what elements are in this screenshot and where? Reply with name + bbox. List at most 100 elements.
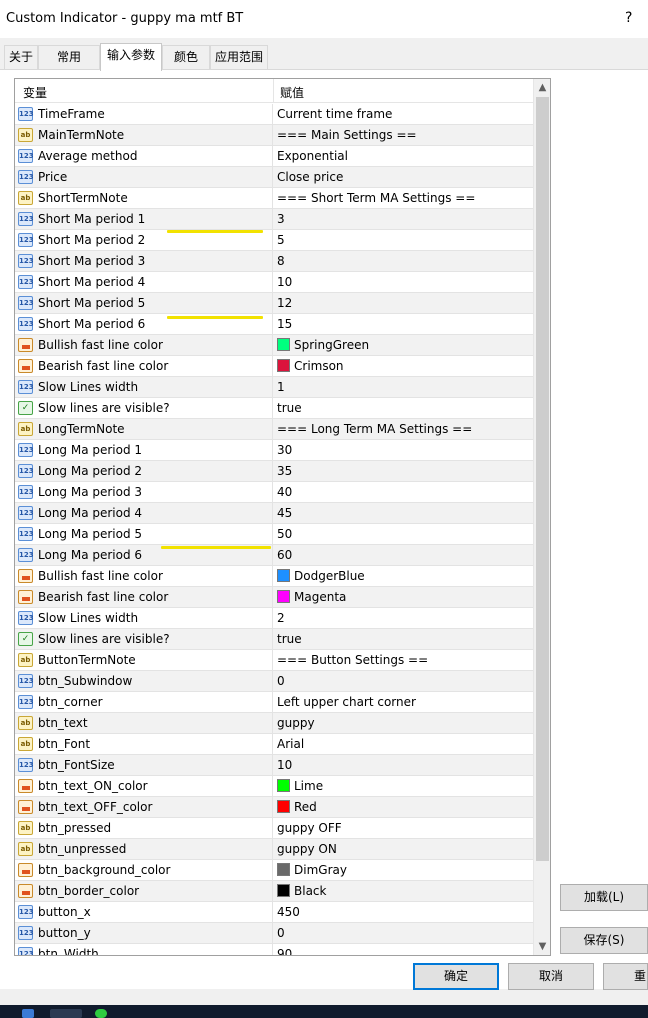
- parameter-row[interactable]: btn_text_OFF_color Red: [15, 797, 533, 818]
- parameter-row[interactable]: Bearish fast line color Crimson: [15, 356, 533, 377]
- parameter-value[interactable]: Left upper chart corner: [277, 695, 416, 709]
- parameter-value[interactable]: DimGray: [294, 863, 347, 877]
- color-swatch[interactable]: [277, 863, 290, 876]
- scroll-thumb[interactable]: [536, 97, 549, 861]
- parameter-name-cell[interactable]: btn_border_color: [15, 881, 273, 901]
- parameter-name-cell[interactable]: 123 button_y: [15, 923, 273, 943]
- parameter-row[interactable]: 123 Slow Lines width 2: [15, 608, 533, 629]
- parameter-row[interactable]: ✓ Slow lines are visible? true: [15, 629, 533, 650]
- parameter-row[interactable]: 123 TimeFrame Current time frame: [15, 104, 533, 125]
- parameter-value[interactable]: Exponential: [277, 149, 348, 163]
- parameter-name-cell[interactable]: 123 Long Ma period 2: [15, 461, 273, 481]
- parameter-value[interactable]: 0: [277, 674, 285, 688]
- column-header-variable[interactable]: 变量: [23, 84, 47, 101]
- parameter-value[interactable]: SpringGreen: [294, 338, 369, 352]
- parameter-row[interactable]: 123 Average method Exponential: [15, 146, 533, 167]
- parameter-row[interactable]: 123 btn_Subwindow 0: [15, 671, 533, 692]
- parameter-value[interactable]: 15: [277, 317, 292, 331]
- taskbar-active-app-icon[interactable]: [50, 1009, 82, 1018]
- parameter-value[interactable]: Arial: [277, 737, 304, 751]
- parameter-row[interactable]: 123 Short Ma period 2 5: [15, 230, 533, 251]
- parameter-name-cell[interactable]: 123 Short Ma period 5: [15, 293, 273, 313]
- parameter-row[interactable]: btn_border_color Black: [15, 881, 533, 902]
- tab-colors[interactable]: 颜色: [162, 45, 210, 70]
- vertical-scrollbar[interactable]: ▲ ▼: [533, 79, 550, 955]
- parameter-name-cell[interactable]: 123 TimeFrame: [15, 104, 273, 124]
- color-swatch[interactable]: [277, 884, 290, 897]
- parameter-value[interactable]: 40: [277, 485, 292, 499]
- parameter-row[interactable]: 123 Short Ma period 6 15: [15, 314, 533, 335]
- parameter-row[interactable]: Bullish fast line color DodgerBlue: [15, 566, 533, 587]
- color-swatch[interactable]: [277, 779, 290, 792]
- parameter-value[interactable]: 12: [277, 296, 292, 310]
- parameter-name-cell[interactable]: 123 btn_Subwindow: [15, 671, 273, 691]
- parameter-row[interactable]: 123 Long Ma period 1 30: [15, 440, 533, 461]
- parameter-name-cell[interactable]: 123 Long Ma period 3: [15, 482, 273, 502]
- parameter-name-cell[interactable]: btn_background_color: [15, 860, 273, 880]
- parameter-row[interactable]: ab LongTermNote === Long Term MA Settings …: [15, 419, 533, 440]
- parameter-name-cell[interactable]: 123 Average method: [15, 146, 273, 166]
- parameter-row[interactable]: 123 btn_FontSize 10: [15, 755, 533, 776]
- parameter-name-cell[interactable]: 123 btn_FontSize: [15, 755, 273, 775]
- parameter-row[interactable]: 123 Long Ma period 2 35: [15, 461, 533, 482]
- parameter-name-cell[interactable]: 123 Long Ma period 5: [15, 524, 273, 544]
- parameter-value[interactable]: guppy: [277, 716, 315, 730]
- parameter-name-cell[interactable]: ab ButtonTermNote: [15, 650, 273, 670]
- cancel-button[interactable]: 取消: [508, 963, 594, 990]
- tab-visualization[interactable]: 应用范围: [210, 45, 268, 70]
- parameter-name-cell[interactable]: ab btn_Font: [15, 734, 273, 754]
- parameter-value[interactable]: 1: [277, 380, 285, 394]
- parameter-name-cell[interactable]: ab btn_pressed: [15, 818, 273, 838]
- parameter-row[interactable]: ab MainTermNote === Main Settings ==: [15, 125, 533, 146]
- parameter-name-cell[interactable]: 123 Long Ma period 4: [15, 503, 273, 523]
- parameter-name-cell[interactable]: 123 Short Ma period 2: [15, 230, 273, 250]
- parameter-value[interactable]: 90: [277, 947, 292, 955]
- parameter-value[interactable]: guppy ON: [277, 842, 337, 856]
- parameter-row[interactable]: ab btn_text guppy: [15, 713, 533, 734]
- parameter-value[interactable]: 10: [277, 758, 292, 772]
- parameter-value[interactable]: Black: [294, 884, 326, 898]
- parameter-name-cell[interactable]: ab btn_unpressed: [15, 839, 273, 859]
- parameter-name-cell[interactable]: ab btn_text: [15, 713, 273, 733]
- parameter-row[interactable]: 123 Short Ma period 1 3: [15, 209, 533, 230]
- parameter-name-cell[interactable]: ab LongTermNote: [15, 419, 273, 439]
- parameter-name-cell[interactable]: 123 Price: [15, 167, 273, 187]
- color-swatch[interactable]: [277, 359, 290, 372]
- parameter-name-cell[interactable]: ✓ Slow lines are visible?: [15, 629, 273, 649]
- parameter-value[interactable]: true: [277, 401, 302, 415]
- tab-common[interactable]: 常用: [38, 45, 100, 70]
- parameter-name-cell[interactable]: btn_text_ON_color: [15, 776, 273, 796]
- parameter-value[interactable]: 10: [277, 275, 292, 289]
- reset-button[interactable]: 重设: [603, 963, 648, 990]
- parameter-value[interactable]: 8: [277, 254, 285, 268]
- parameter-row[interactable]: ab btn_unpressed guppy ON: [15, 839, 533, 860]
- color-swatch[interactable]: [277, 338, 290, 351]
- parameter-value[interactable]: === Button Settings ==: [277, 653, 428, 667]
- parameter-row[interactable]: Bullish fast line color SpringGreen: [15, 335, 533, 356]
- parameter-value[interactable]: 50: [277, 527, 292, 541]
- column-header-value[interactable]: 赋值: [280, 84, 304, 101]
- parameter-row[interactable]: 123 Short Ma period 3 8: [15, 251, 533, 272]
- parameter-value[interactable]: Magenta: [294, 590, 346, 604]
- parameter-value[interactable]: 2: [277, 611, 285, 625]
- tab-about[interactable]: 关于: [4, 45, 38, 70]
- parameter-row[interactable]: 123 Slow Lines width 1: [15, 377, 533, 398]
- parameter-row[interactable]: 123 Long Ma period 4 45: [15, 503, 533, 524]
- parameter-name-cell[interactable]: 123 Slow Lines width: [15, 377, 273, 397]
- parameter-value[interactable]: 5: [277, 233, 285, 247]
- taskbar-app-icon[interactable]: [22, 1009, 34, 1018]
- parameter-row[interactable]: ab ShortTermNote === Short Term MA Setting…: [15, 188, 533, 209]
- parameter-value[interactable]: 30: [277, 443, 292, 457]
- parameter-name-cell[interactable]: Bullish fast line color: [15, 335, 273, 355]
- parameter-value[interactable]: Red: [294, 800, 317, 814]
- column-divider[interactable]: [273, 79, 274, 103]
- parameter-value[interactable]: === Long Term MA Settings ==: [277, 422, 472, 436]
- parameter-name-cell[interactable]: 123 btn_corner: [15, 692, 273, 712]
- parameter-name-cell[interactable]: 123 button_x: [15, 902, 273, 922]
- input-parameters-grid[interactable]: 变量 赋值 123 TimeFrame Current time frame ab Ma…: [14, 78, 551, 956]
- parameter-value[interactable]: 3: [277, 212, 285, 226]
- tab-inputs[interactable]: 输入参数: [100, 43, 162, 71]
- parameter-row[interactable]: 123 Short Ma period 4 10: [15, 272, 533, 293]
- parameter-row[interactable]: ab btn_Font Arial: [15, 734, 533, 755]
- parameter-row[interactable]: ab btn_pressed guppy OFF: [15, 818, 533, 839]
